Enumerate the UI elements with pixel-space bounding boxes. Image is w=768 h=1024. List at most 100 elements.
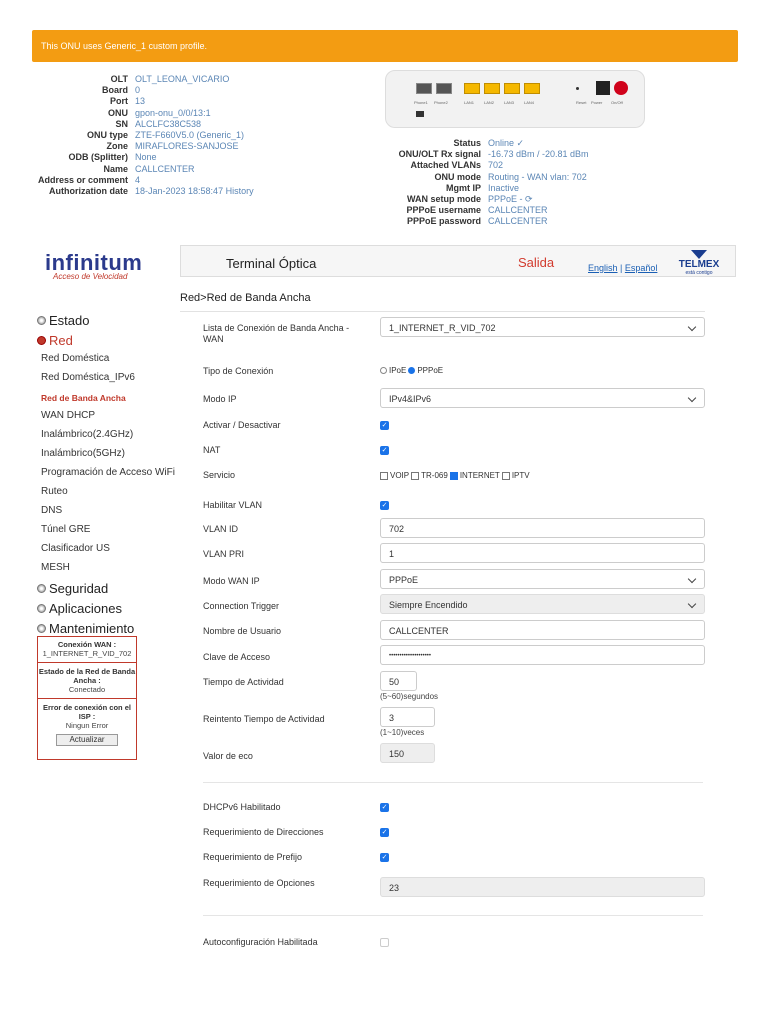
password-input[interactable]: •••••••••••••••••••• — [380, 645, 705, 665]
sidebar-item-estado[interactable]: Estado — [33, 310, 176, 330]
infinitum-logo: infinitum Acceso de Velocidad — [45, 250, 170, 281]
isp-error-value: Ningun Error — [65, 721, 109, 730]
username-input[interactable]: CALLCENTER — [380, 620, 705, 640]
info-row: PPPoE username CALLCENTER — [0, 205, 589, 216]
vlan-id-label: VLAN ID — [203, 524, 239, 534]
expand-dot-icon — [37, 603, 46, 613]
nat-checkbox[interactable]: ✓ — [380, 446, 389, 455]
echo-value-input[interactable]: 150 — [380, 743, 435, 763]
pppoe-label: PPPoE — [417, 366, 444, 375]
pppoe-radio[interactable] — [408, 367, 416, 374]
sidebar-item-aplicaciones[interactable]: Aplicaciones — [33, 598, 176, 618]
sidebar-item-dns[interactable]: DNS — [33, 502, 176, 521]
info-row: WAN setup mode PPPoE - ⟳ — [0, 194, 589, 205]
info-key: PPPoE username — [406, 205, 481, 216]
internet-checkbox[interactable] — [449, 471, 458, 480]
device-image: Phone1 Phone2 LAN1 LAN2 LAN3 LAN4 Reset Power On… — [385, 70, 645, 128]
connection-trigger-select[interactable]: Siempre Encendido — [380, 594, 705, 614]
info-row: Board 0 — [0, 85, 254, 96]
info-row: ONU gpon-onu_0/0/13:1 — [0, 108, 254, 119]
password-label: Clave de Acceso — [203, 652, 271, 662]
info-row: Status Online ✓ — [0, 138, 589, 149]
logout-link[interactable]: Salida — [518, 255, 554, 270]
wan-ip-mode-select[interactable]: PPPoE — [380, 569, 705, 589]
info-value: Routing - WAN vlan: 702 — [488, 171, 587, 182]
port-label: LAN3 — [504, 100, 515, 105]
service-label: Servicio — [203, 470, 236, 480]
nat-label: NAT — [203, 445, 221, 455]
tr069-checkbox[interactable] — [411, 471, 420, 480]
info-key: OLT — [110, 74, 128, 84]
sidebar-group-label: Red — [49, 332, 73, 348]
iptv-label: IPTV — [511, 471, 530, 480]
sidebar-item-red-de-banda-ancha[interactable]: Red de Banda Ancha — [33, 388, 176, 407]
sidebar-item-red-dom-stica-ipv6[interactable]: Red Doméstica_IPv6 — [33, 369, 176, 388]
wan-list-select[interactable]: 1_INTERNET_R_VID_702 — [380, 317, 705, 337]
sidebar-item-ruteo[interactable]: Ruteo — [33, 483, 176, 502]
info-value: 13 — [135, 96, 146, 107]
retry-time-label: Reintento Tiempo de Actividad — [203, 714, 325, 724]
wan-list-label: Lista de Conexión de Banda Ancha - WAN — [203, 323, 350, 344]
info-key: ONU — [108, 107, 128, 118]
address-request-checkbox[interactable]: ✓ — [380, 828, 389, 837]
breadcrumb: Red>Red de Banda Ancha — [180, 292, 311, 304]
sidebar-item-clasificador-us[interactable]: Clasificador US — [33, 540, 176, 559]
tr069-label: TR-069 — [421, 471, 448, 480]
sidebar-item-mantenimiento[interactable]: Mantenimiento — [33, 618, 176, 638]
info-key: SN — [115, 118, 128, 129]
info-key: ONU mode — [434, 171, 481, 182]
sidebar-item-wan-dhcp[interactable]: WAN DHCP — [33, 407, 176, 426]
port-label: Phone1 — [414, 100, 428, 105]
sidebar-item-seguridad[interactable]: Seguridad — [33, 578, 176, 598]
active-time-input[interactable]: 50 — [380, 671, 417, 691]
port-label: LAN4 — [524, 100, 535, 105]
lang-es-link[interactable]: Español — [625, 263, 658, 273]
breadcrumb-divider — [180, 311, 705, 312]
enable-label: Activar / Desactivar — [203, 420, 281, 430]
info-key: WAN setup mode — [406, 194, 481, 205]
sidebar-item-mesh[interactable]: MESH — [33, 559, 176, 578]
profile-banner: This ONU uses Generic_1 custom profile. — [32, 30, 738, 62]
expand-dot-icon — [37, 315, 46, 325]
sidebar-group-label: Aplicaciones — [49, 600, 122, 616]
sidebar-item-t-nel-gre[interactable]: Túnel GRE — [33, 521, 176, 540]
sidebar-item-inal-mbrico-2-4ghz-[interactable]: Inalámbrico(2.4GHz) — [33, 426, 176, 445]
dhcpv6-label: DHCPv6 Habilitado — [203, 802, 281, 812]
info-value: 702 — [488, 160, 504, 171]
sidebar-group-label: Seguridad — [49, 580, 109, 596]
voip-checkbox[interactable] — [380, 471, 388, 480]
sidebar-item-red-dom-stica[interactable]: Red Doméstica — [33, 350, 176, 369]
vlan-pri-input[interactable]: 1 — [380, 543, 705, 563]
vlan-id-input[interactable]: 702 — [380, 518, 705, 538]
ip-mode-select[interactable]: IPv4&IPv6 — [380, 388, 705, 408]
sidebar-item-programaci-n-de-acceso-wifi[interactable]: Programación de Acceso WiFi — [33, 464, 176, 483]
refresh-button[interactable]: Actualizar — [56, 734, 118, 746]
sidebar-item-inal-mbrico-5ghz-[interactable]: Inalámbrico(5GHz) — [33, 445, 176, 464]
sidebar-item-red[interactable]: Red — [33, 330, 176, 350]
iptv-checkbox[interactable] — [501, 471, 510, 480]
autoconf-checkbox[interactable] — [380, 938, 389, 947]
dhcpv6-checkbox[interactable]: ✓ — [380, 803, 389, 812]
address-request-label: Requerimiento de Direcciones — [203, 827, 324, 837]
info-key: Board — [101, 85, 128, 96]
conn-type-label: Tipo de Conexión — [203, 366, 274, 376]
lang-en-link[interactable]: English — [588, 263, 618, 273]
broadband-state-label: Estado de la Red de Banda Ancha : — [38, 667, 136, 685]
info-row: SN ALCLFC38C538 — [0, 119, 254, 130]
prefix-request-checkbox[interactable]: ✓ — [380, 853, 389, 862]
info-row: Attached VLANs 702 — [0, 160, 589, 171]
vlan-enable-checkbox[interactable]: ✓ — [380, 501, 389, 510]
section-divider — [203, 782, 703, 783]
echo-value-label: Valor de eco — [203, 751, 253, 761]
enable-checkbox[interactable]: ✓ — [380, 421, 389, 430]
ip-mode-label: Modo IP — [203, 394, 237, 404]
info-value: CALLCENTER — [488, 216, 548, 227]
info-row: Mgmt IP Inactive — [0, 183, 589, 194]
options-request-input[interactable]: 23 — [380, 877, 705, 897]
vlan-enable-label: Habilitar VLAN — [203, 500, 263, 510]
wan-status-box: Conexión WAN : 1_INTERNET_R_VID_702 Esta… — [37, 636, 137, 760]
expand-dot-icon — [37, 623, 46, 633]
ipoe-radio[interactable] — [380, 367, 387, 374]
info-value: CALLCENTER — [488, 205, 548, 216]
retry-time-input[interactable]: 3 — [380, 707, 435, 727]
